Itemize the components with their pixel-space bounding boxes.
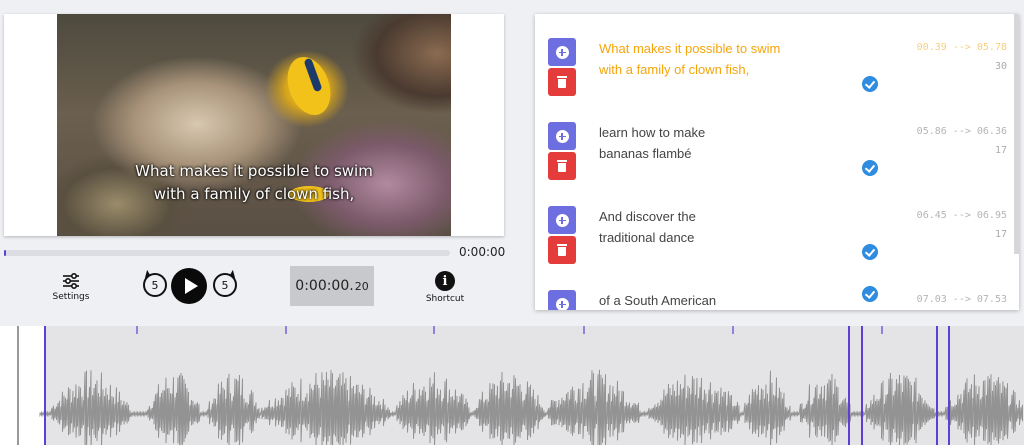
shortcut-label: Shortcut: [425, 294, 465, 304]
subtitle-times[interactable]: 05.86 --> 06.36 17: [917, 122, 1007, 160]
check-icon[interactable]: [862, 244, 878, 260]
trash-icon: [557, 244, 567, 256]
end-time: 06.95: [976, 210, 1007, 221]
add-subtitle-button[interactable]: [548, 290, 576, 310]
waveform-path: [39, 369, 1023, 445]
subtitle-text[interactable]: learn how to make bananas flambé: [599, 122, 849, 164]
end-time: 07.53: [976, 294, 1007, 305]
add-subtitle-button[interactable]: [548, 122, 576, 150]
check-icon[interactable]: [862, 160, 878, 176]
subtitle-row[interactable]: What makes it possible to swim with a fa…: [535, 38, 1019, 122]
start-time: 05.86: [916, 126, 947, 137]
subtitle-text[interactable]: of a South American: [599, 290, 849, 310]
subtitle-row[interactable]: of a South American 07.03 --> 07.53: [535, 286, 1019, 310]
subtitle-overlay-line2: with a family of clown fish,: [153, 185, 355, 203]
progress-bar[interactable]: [4, 250, 450, 256]
subtitle-list: What makes it possible to swim with a fa…: [535, 14, 1019, 310]
timecode-display: 0:00:00. 20: [290, 266, 374, 306]
end-time-extra: 17: [994, 229, 1007, 240]
current-time: 0:00:00: [459, 245, 506, 259]
list-scrollbar[interactable]: [1014, 14, 1019, 254]
video-frame[interactable]: What makes it possible to swim with a fa…: [57, 14, 451, 236]
subtitle-text-line1: learn how to make: [599, 125, 706, 140]
subtitle-text[interactable]: What makes it possible to swim with a fa…: [599, 38, 849, 80]
subtitle-times[interactable]: 07.03 --> 07.53: [917, 290, 1007, 309]
timecode-ms: 20: [354, 279, 369, 293]
rewind-icon-label: 5: [151, 278, 159, 292]
subtitle-times[interactable]: 00.39 --> 05.78 30: [917, 38, 1007, 76]
add-subtitle-button[interactable]: [548, 206, 576, 234]
skip-forward-button[interactable]: 5: [213, 273, 237, 297]
plus-circle-icon: [555, 297, 569, 310]
subtitle-text-line1: And discover the: [599, 209, 696, 224]
end-time-extra: 30: [994, 61, 1007, 72]
shortcut-button[interactable]: i Shortcut: [425, 271, 465, 304]
end-time: 05.78: [976, 42, 1007, 53]
plus-circle-icon: [555, 129, 569, 143]
sliders-icon: [63, 273, 79, 289]
subtitle-times[interactable]: 06.45 --> 06.95 17: [917, 206, 1007, 244]
info-icon: i: [435, 271, 455, 291]
subtitle-overlay: What makes it possible to swim with a fa…: [57, 160, 451, 206]
timecode-main: 0:00:00.: [295, 278, 354, 294]
start-time: 07.03: [916, 294, 947, 305]
subtitle-text-line1: What makes it possible to swim: [599, 41, 781, 56]
add-subtitle-button[interactable]: [548, 38, 576, 66]
start-time: 00.39: [916, 42, 947, 53]
settings-label: Settings: [52, 292, 90, 302]
delete-subtitle-button[interactable]: [548, 236, 576, 264]
settings-button[interactable]: Settings: [52, 273, 90, 302]
end-time: 06.36: [976, 126, 1007, 137]
forward-icon-label: 5: [221, 278, 229, 292]
check-icon[interactable]: [862, 76, 878, 92]
waveform-timeline[interactable]: [0, 326, 1024, 445]
subtitle-text[interactable]: And discover the traditional dance: [599, 206, 849, 248]
delete-subtitle-button[interactable]: [548, 152, 576, 180]
trash-icon: [557, 76, 567, 88]
start-time: 06.45: [916, 210, 947, 221]
end-time-extra: 17: [994, 145, 1007, 156]
subtitle-row[interactable]: And discover the traditional dance 06.45…: [535, 206, 1019, 290]
progress-fill: [4, 250, 7, 256]
delete-subtitle-button[interactable]: [548, 68, 576, 96]
subtitle-row[interactable]: learn how to make bananas flambé 05.86 -…: [535, 122, 1019, 206]
subtitle-text-line2: with a family of clown fish,: [599, 62, 750, 77]
subtitle-text-line2: traditional dance: [599, 230, 695, 245]
trash-icon: [557, 160, 567, 172]
plus-circle-icon: [555, 213, 569, 227]
subtitle-overlay-line1: What makes it possible to swim: [135, 162, 373, 180]
subtitle-text-line1: of a South American: [599, 293, 717, 308]
waveform-svg[interactable]: [0, 326, 1024, 445]
check-icon[interactable]: [862, 286, 878, 302]
video-card: What makes it possible to swim with a fa…: [4, 14, 504, 236]
skip-back-button[interactable]: 5: [143, 273, 167, 297]
plus-circle-icon: [555, 45, 569, 59]
play-button[interactable]: [171, 268, 207, 304]
subtitle-text-line2: bananas flambé: [599, 146, 692, 161]
